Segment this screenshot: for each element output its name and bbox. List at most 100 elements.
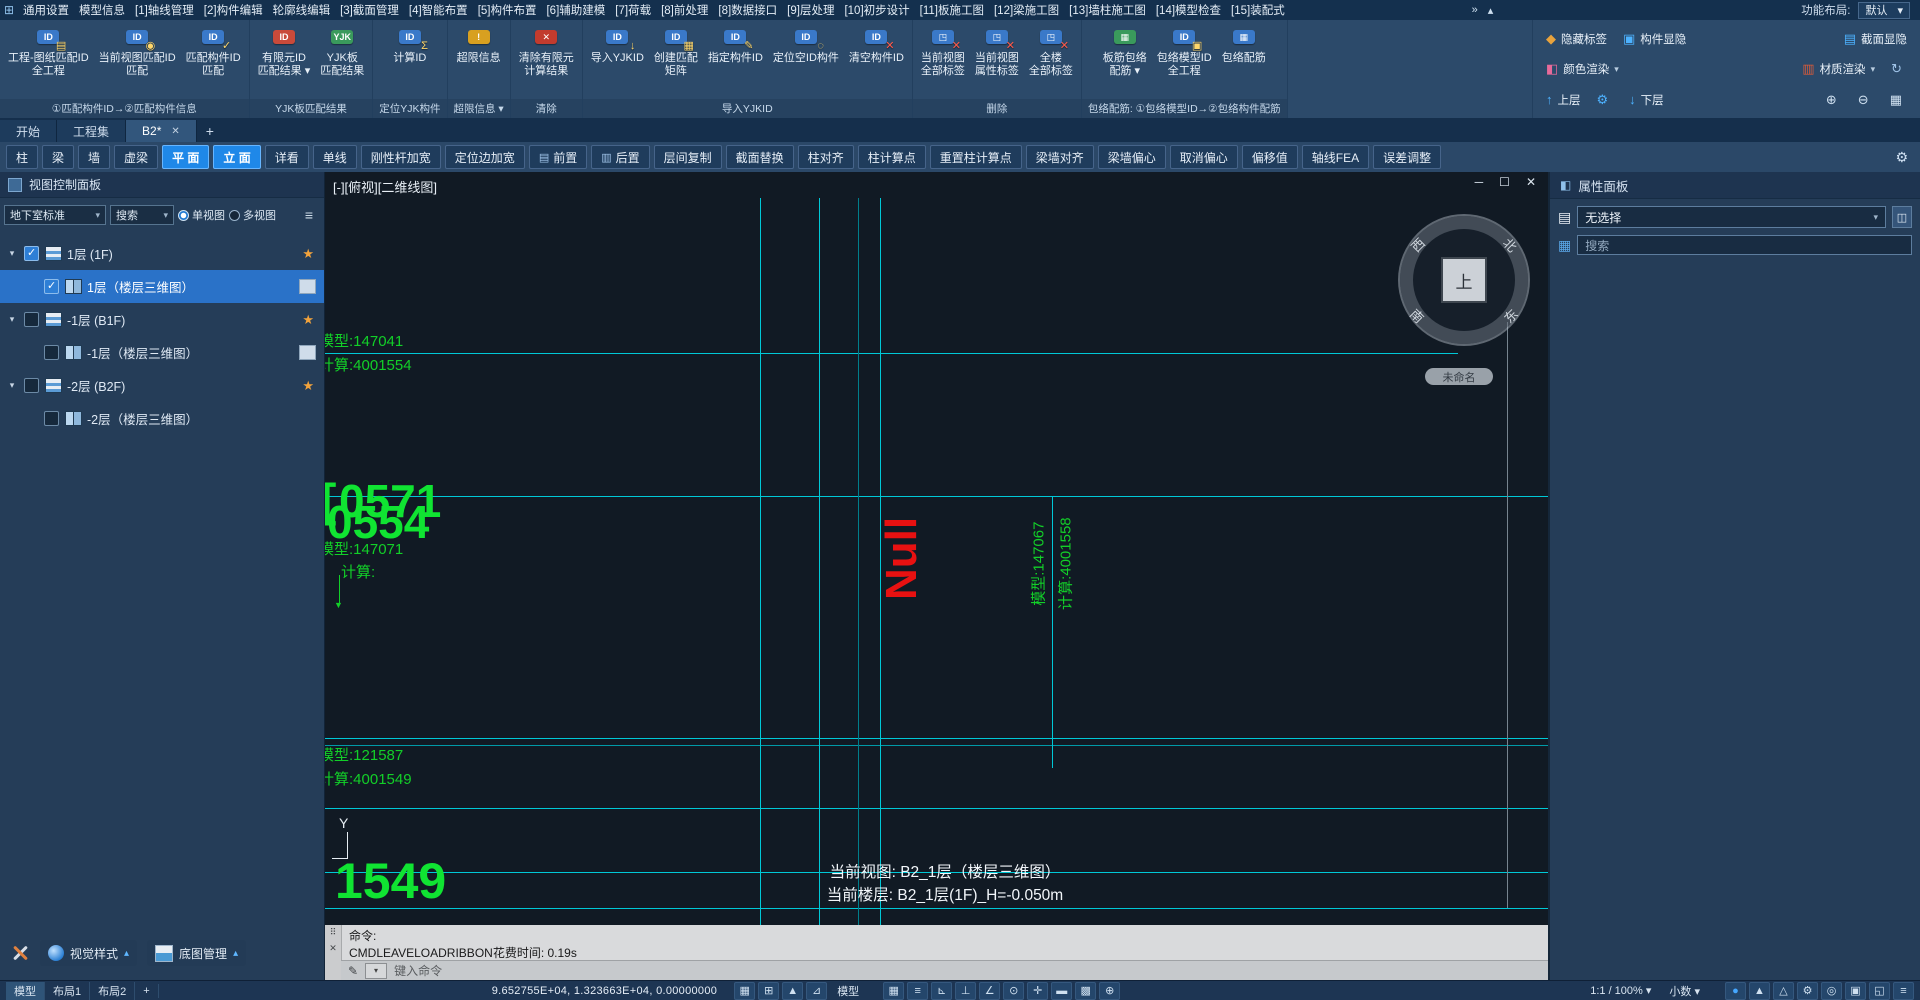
document-tab[interactable]: B2* ✕ (126, 120, 197, 142)
ribbon-button[interactable]: ◳ ✕ 当前视图 全部标签 (916, 23, 970, 80)
menu-item[interactable]: [15]装配式 (1226, 2, 1290, 18)
tree-row[interactable]: ▾ 1层 (1F) ★ (0, 237, 324, 270)
expander-icon[interactable]: ▾ (4, 248, 20, 259)
menu-item[interactable]: [11]板施工图 (915, 2, 989, 18)
menu-item[interactable]: [8]前处理 (656, 2, 713, 18)
compass-west-label[interactable]: 西 (1406, 233, 1429, 256)
visibility-checkbox[interactable] (24, 246, 39, 261)
toolbar-button[interactable]: 柱 (6, 145, 39, 169)
customize-icon[interactable]: ≡ (1893, 981, 1914, 1000)
layout-mode-select[interactable]: 默认 ▾ (1858, 1, 1910, 19)
close-icon[interactable]: ✕ (1526, 175, 1536, 189)
search-select[interactable]: 搜索 ▾ (110, 205, 174, 225)
tree-row[interactable]: 1层（楼层三维图） (0, 270, 324, 303)
color-render-icon[interactable]: ◧ 颜色渲染 ▾ (1541, 59, 1624, 79)
expander-icon[interactable]: ▾ (4, 380, 20, 391)
annotation-scale-icon[interactable]: ▲ (1749, 981, 1770, 1000)
drag-handle-icon[interactable]: ⠿ (330, 927, 337, 938)
favorite-star-icon[interactable]: ★ (302, 246, 314, 262)
view-thumbnail-icon[interactable] (299, 279, 316, 294)
grid-display-icon[interactable]: ▦ (883, 981, 905, 1000)
command-input[interactable]: ✎ ▾ 键入命令 (341, 960, 1548, 980)
menu-item[interactable]: [4]智能布置 (404, 2, 473, 18)
toolbar-button[interactable]: 平 面 (162, 145, 210, 169)
visual-style-button[interactable]: 视觉样式 ▴ (40, 940, 138, 966)
refresh-icon[interactable]: ↻ (1886, 59, 1912, 79)
basement-standard-select[interactable]: 地下室标准 ▾ (4, 205, 106, 225)
zoom-in-icon[interactable]: ⊕ (1821, 90, 1847, 110)
tree-row[interactable]: -1层（楼层三维图） (0, 336, 324, 369)
settings-gear-icon[interactable]: ⚙ (1592, 90, 1619, 110)
new-tab-button[interactable]: + (197, 120, 223, 142)
menu-item[interactable]: [14]模型检查 (1151, 2, 1226, 18)
menu-item[interactable]: [2]构件编辑 (199, 2, 268, 18)
zoom-level-button[interactable]: 1:1 / 100% ▾ (1583, 984, 1658, 997)
precision-select[interactable]: 小数 ▾ (1662, 983, 1707, 999)
ribbon-button[interactable]: ID ◌ 定位空ID构件 (768, 23, 844, 80)
layout-tab[interactable]: 布局2 (90, 981, 136, 1000)
view-compass[interactable]: 西 北 南 东 上 (1400, 216, 1528, 344)
section-name-tag[interactable]: 未命名 (1425, 368, 1493, 385)
viewport-grid-icon[interactable]: ▦ (1885, 90, 1912, 110)
command-options-icon[interactable]: ▾ (365, 962, 388, 979)
toolbar-button[interactable]: 虚梁 (114, 145, 159, 169)
toolbar-gear-icon[interactable]: ⚙ (1895, 149, 1914, 166)
layout-tab[interactable]: 模型 (6, 981, 45, 1000)
toolbar-button[interactable]: 层间复制 (653, 145, 722, 169)
favorite-star-icon[interactable]: ★ (302, 312, 314, 328)
tools-icon[interactable] (10, 942, 30, 964)
model-space-toggle[interactable]: 模型 (830, 983, 866, 999)
toolbar-button[interactable]: 重置柱计算点 (929, 145, 1022, 169)
drawing-canvas[interactable]: 模型:147041计算:4001554[05710554模型:147071计算:… (325, 172, 1548, 925)
ribbon-button[interactable]: ✕ 清除有限元 计算结果 (514, 23, 579, 80)
menu-item[interactable]: [13]墙柱施工图 (1064, 2, 1151, 18)
menu-item[interactable]: [7]荷载 (610, 2, 656, 18)
component-visibility-icon[interactable]: ▣ 构件显隐 (1618, 29, 1691, 49)
visibility-checkbox[interactable] (24, 378, 39, 393)
ribbon-button[interactable]: ◳ ✕ 全楼 全部标签 (1024, 23, 1078, 80)
menu-item[interactable]: [8]数据接口 (713, 2, 782, 18)
isodraft-icon[interactable]: ▲ (782, 981, 804, 1000)
visibility-checkbox[interactable] (44, 279, 59, 294)
workspace-gear-icon[interactable]: ⚙ (1797, 981, 1818, 1000)
toolbar-button[interactable]: 墙 (78, 145, 111, 169)
property-search-input[interactable]: 搜索 (1577, 235, 1912, 255)
tree-row[interactable]: ▾ -1层 (B1F) ★ (0, 303, 324, 336)
view-thumbnail-icon[interactable] (299, 345, 316, 360)
zoom-out-icon[interactable]: ⊖ (1853, 90, 1879, 110)
toolbar-button[interactable]: 误差调整 (1373, 145, 1442, 169)
layout-tab[interactable]: 布局1 (45, 981, 91, 1000)
ribbon-button[interactable]: ID ▦ 创建匹配 矩阵 (649, 23, 703, 80)
toolbar-button[interactable]: 刚性杆加宽 (360, 145, 441, 169)
toolbar-button[interactable]: 截面替换 (725, 145, 794, 169)
ribbon-button[interactable]: ▦ 板筋包络 配筋 ▾ (1098, 23, 1152, 80)
ribbon-overflow-icon[interactable]: » (1472, 4, 1478, 17)
ribbon-button[interactable]: ▦ 包络配筋 (1217, 23, 1271, 80)
otrack-icon[interactable]: ✛ (1027, 981, 1049, 1000)
osnap-icon[interactable]: ⊙ (1003, 981, 1025, 1000)
menu-item[interactable]: [1]轴线管理 (130, 2, 199, 18)
menu-item[interactable]: [12]梁施工图 (989, 2, 1064, 18)
toolbar-button[interactable]: ▥ 后置 (591, 145, 650, 169)
tree-row[interactable]: -2层（楼层三维图） (0, 402, 324, 435)
toolbar-button[interactable]: 柱计算点 (857, 145, 926, 169)
grid-mode-icon[interactable]: ▦ (734, 981, 756, 1000)
toolbar-button[interactable]: 梁 (42, 145, 75, 169)
lineweight-icon[interactable]: ▬ (1051, 981, 1073, 1000)
clean-screen-icon[interactable]: ◱ (1869, 981, 1890, 1000)
single-view-radio[interactable]: 单视图 (178, 207, 225, 223)
layer-down-icon[interactable]: ↓ 下层 (1624, 90, 1669, 110)
compass-north-label[interactable]: 北 (1499, 233, 1522, 256)
visibility-checkbox[interactable] (24, 312, 39, 327)
ribbon-button[interactable]: ID ▤ 工程-图纸匹配ID 全工程 (3, 23, 94, 80)
ribbon-button[interactable]: ID ✎ 指定构件ID (703, 23, 768, 80)
app-icon[interactable]: ⊞ (0, 3, 18, 17)
ribbon-button[interactable]: ID ▣ 包络模型ID 全工程 (1152, 23, 1217, 80)
toolbar-button[interactable]: 梁墙对齐 (1025, 145, 1094, 169)
ribbon-button[interactable]: ID ✓ 匹配构件ID 匹配 (181, 23, 246, 80)
toolbar-button[interactable]: 定位边加宽 (444, 145, 525, 169)
document-tab[interactable]: 开始 (0, 120, 58, 142)
dynamic-ucs-icon[interactable]: ⊿ (806, 981, 828, 1000)
annotation-visibility-icon[interactable]: △ (1773, 981, 1794, 1000)
menu-item[interactable]: [9]层处理 (782, 2, 839, 18)
